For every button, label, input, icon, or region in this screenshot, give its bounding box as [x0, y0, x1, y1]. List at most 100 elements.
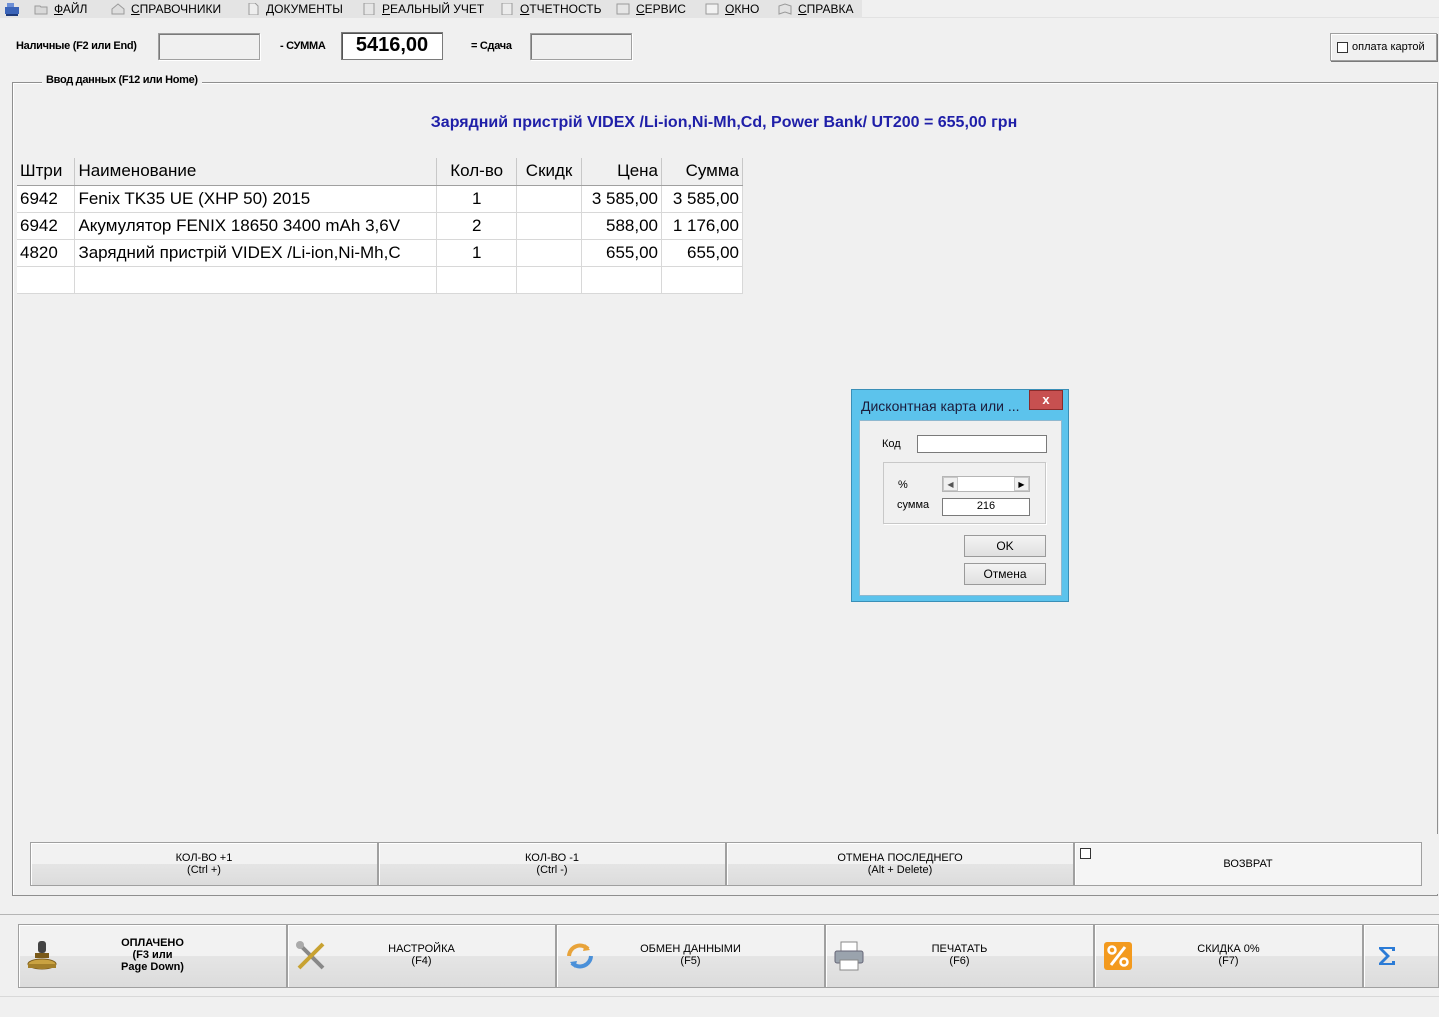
- sigma-button[interactable]: [1363, 924, 1439, 988]
- column-header-price[interactable]: Цена: [581, 158, 662, 186]
- code-input[interactable]: [917, 435, 1047, 453]
- column-header-sum[interactable]: Сумма: [661, 158, 743, 186]
- menu-documents-label: ДОКУМЕНТЫ: [266, 2, 343, 16]
- column-header-code[interactable]: Штри: [17, 158, 76, 186]
- document-icon: [248, 3, 259, 15]
- cell-name[interactable]: Акумулятор FENIX 18650 3400 mAh 3,6V: [74, 212, 438, 240]
- dialog-title: Дисконтная карта или ...: [861, 398, 1020, 414]
- cell-qty[interactable]: [436, 266, 518, 294]
- card-payment-checkbox[interactable]: оплата картой: [1330, 33, 1437, 61]
- cell-sum[interactable]: 1 176,00: [661, 212, 743, 240]
- return-checkbox[interactable]: [1080, 848, 1091, 859]
- menu-real-accounting[interactable]: РЕАЛЬНЫЙ УЧЕТ: [362, 0, 484, 18]
- menu-file-label: ФАЙЛ: [54, 2, 88, 16]
- cell-name[interactable]: Зарядний пристрій VIDEX /Li-ion,Ni-Mh,C: [74, 239, 438, 267]
- table-header-row: Штри Наименование Кол-во Скидк Цена Сумм…: [17, 158, 743, 186]
- table-row[interactable]: 6942 Акумулятор FENIX 18650 3400 mAh 3,6…: [17, 212, 743, 240]
- scroll-right-arrow-icon[interactable]: ▶: [1014, 477, 1029, 491]
- return-toggle-button[interactable]: ВОЗВРАТ: [1074, 842, 1422, 886]
- ok-button[interactable]: OK: [964, 535, 1046, 557]
- card-payment-label: оплата картой: [1352, 41, 1425, 53]
- menu-service-label: СЕРВИС: [636, 2, 686, 16]
- sum-label: - СУММА: [280, 40, 326, 52]
- cell-discount[interactable]: [516, 212, 583, 240]
- sum-input[interactable]: 216: [942, 498, 1030, 516]
- change-input[interactable]: [530, 33, 632, 60]
- cell-code[interactable]: 6942: [17, 185, 76, 213]
- items-table[interactable]: Штри Наименование Кол-во Скидк Цена Сумм…: [17, 158, 743, 294]
- column-header-name[interactable]: Наименование: [74, 158, 438, 186]
- cell-discount[interactable]: [516, 239, 583, 267]
- menu-file[interactable]: ФАЙЛ: [34, 0, 87, 18]
- window-icon: [705, 3, 719, 15]
- cell-sum[interactable]: 655,00: [661, 239, 743, 267]
- cash-input[interactable]: [158, 33, 260, 60]
- dialog-close-button[interactable]: x: [1029, 390, 1063, 410]
- cell-discount[interactable]: [516, 185, 583, 213]
- table-row[interactable]: 6942 Fenix TK35 UE (XHP 50) 2015 1 3 585…: [17, 185, 743, 213]
- percent-scrollbar[interactable]: ◀ ▶: [942, 476, 1030, 492]
- code-label: Код: [882, 438, 901, 450]
- help-book-icon: [778, 3, 792, 15]
- cell-sum[interactable]: [661, 266, 743, 294]
- cell-qty[interactable]: 2: [436, 212, 518, 240]
- discount-card-dialog: Дисконтная карта или ... x Код % ◀ ▶ сум…: [851, 389, 1069, 602]
- folder-icon: [34, 5, 48, 15]
- qty-plus-button[interactable]: КОЛ-ВО +1 (Ctrl +): [30, 842, 378, 886]
- menu-service[interactable]: СЕРВИС: [616, 0, 686, 18]
- settings-label: НАСТРОЙКА: [388, 943, 455, 955]
- settings-shortcut: (F4): [411, 955, 432, 967]
- cancel-last-button[interactable]: ОТМЕНА ПОСЛЕДНЕГО (Alt + Delete): [726, 842, 1074, 886]
- qty-minus-shortcut: (Ctrl -): [536, 864, 568, 876]
- cell-price[interactable]: 588,00: [581, 212, 662, 240]
- cell-discount[interactable]: [516, 266, 583, 294]
- cell-qty[interactable]: 1: [436, 239, 518, 267]
- menu-references[interactable]: СПРАВОЧНИКИ: [111, 0, 221, 18]
- menu-reports[interactable]: ОТЧЕТНОСТЬ: [500, 0, 601, 18]
- menu-help[interactable]: СПРАВКА: [778, 0, 854, 18]
- report-icon: [501, 3, 513, 15]
- card-payment-check-box[interactable]: [1337, 41, 1348, 53]
- qty-minus-button[interactable]: КОЛ-ВО -1 (Ctrl -): [378, 842, 726, 886]
- cash-register-icon: [5, 3, 19, 16]
- cell-qty[interactable]: 1: [436, 185, 518, 213]
- discount-group: % ◀ ▶ сумма 216: [883, 462, 1046, 524]
- data-exchange-label: ОБМЕН ДАННЫМИ: [640, 943, 741, 955]
- paid-shortcut-1: (F3 или: [132, 949, 173, 961]
- settings-button[interactable]: НАСТРОЙКА (F4): [287, 924, 556, 988]
- sum-label: сумма: [897, 499, 930, 511]
- qty-plus-shortcut: (Ctrl +): [187, 864, 221, 876]
- cell-code[interactable]: [17, 266, 76, 294]
- cell-price[interactable]: [581, 266, 662, 294]
- cell-code[interactable]: 4820: [17, 239, 76, 267]
- data-exchange-button[interactable]: ОБМЕН ДАННЫМИ (F5): [556, 924, 825, 988]
- menu-real-accounting-label: РЕАЛЬНЫЙ УЧЕТ: [382, 2, 485, 16]
- cell-price[interactable]: 655,00: [581, 239, 662, 267]
- menu-documents[interactable]: ДОКУМЕНТЫ: [246, 0, 343, 18]
- table-row[interactable]: 4820 Зарядний пристрій VIDEX /Li-ion,Ni-…: [17, 239, 743, 267]
- discount-shortcut: (F7): [1218, 955, 1239, 967]
- cell-name[interactable]: [74, 266, 438, 294]
- home-icon: [111, 3, 125, 15]
- total-sum-display: 5416,00: [341, 32, 443, 60]
- cancel-button[interactable]: Отмена: [964, 563, 1046, 585]
- column-header-qty[interactable]: Кол-во: [436, 158, 518, 186]
- cell-name[interactable]: Fenix TK35 UE (XHP 50) 2015: [74, 185, 438, 213]
- last-item-info: Зарядний пристрій VIDEX /Li-ion,Ni-Mh,Cd…: [430, 114, 1018, 131]
- change-label: = Сдача: [471, 40, 512, 52]
- column-header-discount[interactable]: Скидк: [516, 158, 583, 186]
- cell-sum[interactable]: 3 585,00: [661, 185, 743, 213]
- discount-label: СКИДКА 0%: [1197, 943, 1260, 955]
- table-row[interactable]: [17, 266, 743, 294]
- dialog-body: Код % ◀ ▶ сумма 216 OK Отмена: [859, 420, 1062, 596]
- cell-price[interactable]: 3 585,00: [581, 185, 662, 213]
- menu-window[interactable]: ОКНО: [705, 0, 759, 18]
- calculator-icon: [363, 3, 375, 15]
- paid-button[interactable]: ОПЛАЧЕНО (F3 или Page Down): [18, 924, 287, 988]
- print-button[interactable]: ПЕЧАТАТЬ (F6): [825, 924, 1094, 988]
- menu-references-label: СПРАВОЧНИКИ: [131, 2, 222, 16]
- discount-button[interactable]: СКИДКА 0% (F7): [1094, 924, 1363, 988]
- cell-code[interactable]: 6942: [17, 212, 76, 240]
- cancel-last-label: ОТМЕНА ПОСЛЕДНЕГО: [837, 852, 963, 864]
- scroll-left-arrow-icon[interactable]: ◀: [943, 477, 958, 491]
